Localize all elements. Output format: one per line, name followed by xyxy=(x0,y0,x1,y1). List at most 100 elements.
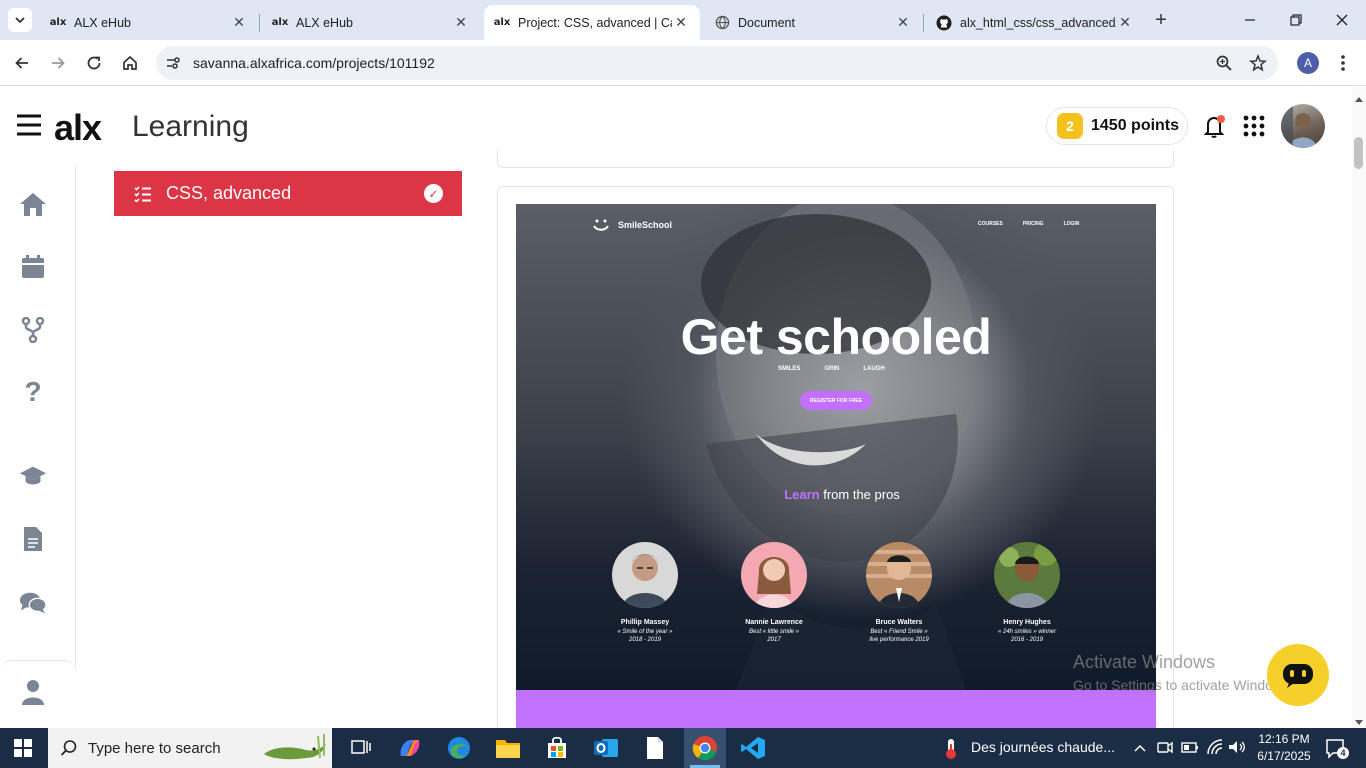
microsoft-store-icon[interactable] xyxy=(542,734,572,762)
learn-rest: from the pros xyxy=(823,487,900,502)
page-scrollbar[interactable] xyxy=(1352,87,1366,728)
search-icon xyxy=(60,739,78,761)
restore-window-icon[interactable] xyxy=(1286,10,1306,30)
windows-taskbar: Type here to search Des journées chaude.… xyxy=(0,728,1366,768)
chat-bubbles-icon[interactable] xyxy=(19,589,47,617)
task-view-icon[interactable] xyxy=(346,734,376,762)
project-label: CSS, advanced xyxy=(166,183,292,203)
wifi-icon[interactable] xyxy=(1206,738,1224,761)
quote-year: 2017 xyxy=(767,637,781,643)
profile-avatar[interactable]: A xyxy=(1297,52,1319,74)
back-arrow-icon[interactable] xyxy=(9,50,35,76)
tab-document[interactable]: Document ✕ xyxy=(704,5,922,40)
taskbar-search-box[interactable]: Type here to search xyxy=(48,728,332,768)
hero-subtitle: SMILES xyxy=(778,366,801,372)
tab-alx-ehub-2[interactable]: alx ALX eHub ✕ xyxy=(262,5,480,40)
close-window-icon[interactable] xyxy=(1332,10,1352,30)
quote-year: live performance 2019 xyxy=(869,637,929,643)
close-icon[interactable]: ✕ xyxy=(1116,14,1134,31)
tab-separator xyxy=(923,14,924,32)
scrollbar-thumb[interactable] xyxy=(1354,137,1363,169)
tab-github[interactable]: alx_html_css/css_advanced/s ✕ xyxy=(926,5,1144,40)
close-icon[interactable]: ✕ xyxy=(672,14,690,31)
mockup-quote-card: Bruce Walters Best « Friend Smile » live… xyxy=(844,542,954,643)
scroll-up-arrow-icon[interactable] xyxy=(1354,90,1364,108)
home-icon[interactable] xyxy=(19,190,47,218)
close-icon[interactable]: ✕ xyxy=(894,14,912,31)
chat-support-button[interactable] xyxy=(1267,644,1329,706)
points-badge[interactable]: 2 1450 points xyxy=(1046,107,1188,145)
meet-now-icon[interactable] xyxy=(1157,739,1173,760)
mockup-brand: SmileSchool xyxy=(592,218,672,232)
document-icon[interactable] xyxy=(19,525,47,553)
minimize-window-icon[interactable] xyxy=(1240,10,1260,30)
quote-title: « 24h smiles » winner xyxy=(997,629,1057,635)
mockup-register-button: REGISTER FOR FREE xyxy=(800,391,872,410)
logo-subtitle: Learning xyxy=(132,110,249,143)
windows-start-icon[interactable] xyxy=(14,739,32,762)
bookmark-star-icon[interactable] xyxy=(1249,53,1267,77)
quote-name: Nannie Lawrence xyxy=(745,619,803,626)
file-explorer-icon[interactable] xyxy=(493,734,523,762)
weather-text[interactable]: Des journées chaude... xyxy=(971,739,1115,755)
quote-name: Henry Hughes xyxy=(1003,619,1051,626)
notepad-file-icon[interactable] xyxy=(640,734,670,762)
hero-subtitle: LAUGH xyxy=(863,366,885,372)
edge-browser-icon[interactable] xyxy=(444,734,474,762)
tab-css-advanced[interactable]: alx Project: CSS, advanced | Cas ✕ xyxy=(484,5,700,40)
github-icon xyxy=(936,15,952,31)
battery-icon[interactable] xyxy=(1181,739,1199,760)
vscode-icon[interactable] xyxy=(738,734,768,762)
browser-menu-icon[interactable] xyxy=(1336,52,1350,79)
hamburger-menu-icon[interactable] xyxy=(16,113,42,142)
quote-year: 2018 - 2019 xyxy=(628,637,662,643)
alx-logo[interactable]: alx xyxy=(54,107,102,149)
help-question-icon[interactable]: ? xyxy=(19,376,47,407)
task-list-icon xyxy=(134,185,152,202)
new-tab-plus-icon[interactable]: + xyxy=(1151,9,1171,31)
left-nav-rail: ? xyxy=(0,166,76,728)
browser-address-bar: savanna.alxafrica.com/projects/101192 A xyxy=(0,40,1366,86)
tab-label: Document xyxy=(738,15,795,30)
taskbar-clock[interactable]: 12:16 PM 6/17/2025 xyxy=(1246,731,1322,765)
user-profile-icon[interactable] xyxy=(21,679,45,710)
quote-title: Best « Friend Smile » xyxy=(870,629,928,635)
graduation-cap-icon[interactable] xyxy=(19,462,47,490)
browser-tab-bar: alx ALX eHub ✕ alx ALX eHub ✕ alx Projec… xyxy=(0,0,1366,40)
mockup-purple-section xyxy=(516,690,1156,728)
notification-center-icon[interactable]: 4 xyxy=(1325,738,1349,765)
learn-highlight: Learn xyxy=(784,487,820,502)
mockup-quote-card: Nannie Lawrence Best « little smile » 20… xyxy=(719,542,829,643)
smile-logo-icon xyxy=(593,219,609,231)
address-omnibox[interactable]: savanna.alxafrica.com/projects/101192 xyxy=(156,46,1278,80)
home-icon[interactable] xyxy=(117,50,143,76)
reload-icon[interactable] xyxy=(81,50,107,76)
tab-alx-ehub-1[interactable]: alx ALX eHub ✕ xyxy=(40,5,258,40)
forward-arrow-icon[interactable] xyxy=(45,50,71,76)
hero-subtitle: GRIN xyxy=(824,366,840,372)
zoom-icon[interactable] xyxy=(1215,54,1233,77)
site-settings-icon[interactable] xyxy=(165,55,181,76)
tab-label: ALX eHub xyxy=(296,15,353,30)
mockup-learn-heading: Learn from the pros xyxy=(516,487,1156,502)
hidden-icons-chevron-icon[interactable] xyxy=(1133,741,1147,759)
outlook-icon[interactable] xyxy=(591,734,621,762)
weather-thermometer-icon[interactable] xyxy=(940,738,962,765)
user-avatar[interactable] xyxy=(1281,104,1325,148)
copilot-icon[interactable] xyxy=(395,734,425,762)
url-text[interactable]: savanna.alxafrica.com/projects/101192 xyxy=(193,55,435,71)
close-icon[interactable]: ✕ xyxy=(230,14,248,31)
volume-icon[interactable] xyxy=(1228,739,1246,760)
chrome-taskbar-icon[interactable] xyxy=(684,728,726,768)
quote-avatar xyxy=(612,542,678,608)
tab-search-chevron-icon[interactable] xyxy=(8,8,32,32)
sidebar-item-css-advanced[interactable]: CSS, advanced ✓ xyxy=(114,171,462,216)
quote-year: 2016 - 2019 xyxy=(1010,637,1044,643)
profile-section xyxy=(0,660,76,728)
curriculum-fork-icon[interactable] xyxy=(19,316,47,344)
calendar-icon[interactable] xyxy=(19,253,47,281)
notification-bell-icon[interactable] xyxy=(1201,112,1229,145)
apps-grid-icon[interactable] xyxy=(1243,115,1265,142)
tab-label: alx_html_css/css_advanced/s xyxy=(960,15,1116,30)
close-icon[interactable]: ✕ xyxy=(452,14,470,31)
